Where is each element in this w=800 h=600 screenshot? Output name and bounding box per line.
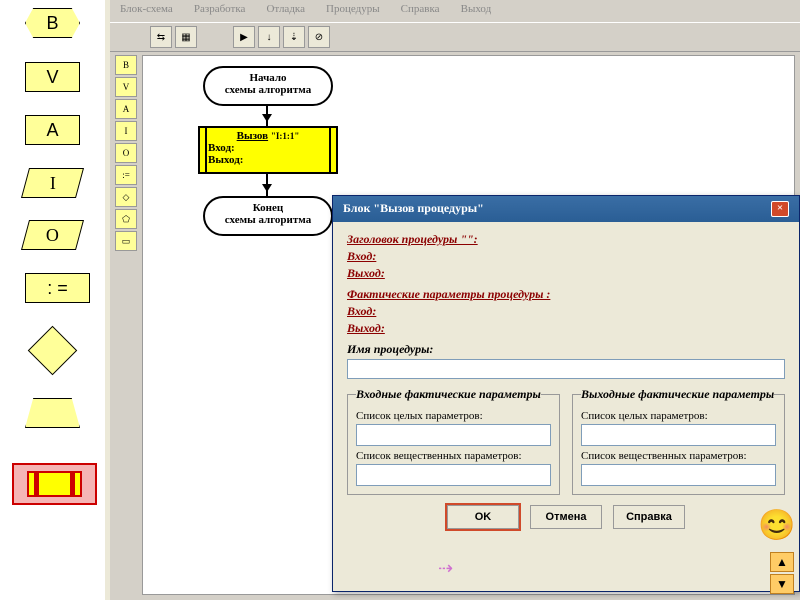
label: Выход:: [347, 321, 785, 336]
input-real-params[interactable]: [356, 464, 551, 486]
cancel-button[interactable]: Отмена: [530, 505, 602, 529]
nav-up-icon[interactable]: ▲: [770, 552, 794, 572]
label: Выход:: [347, 266, 785, 281]
shape-palette: B V A I O : =: [0, 0, 105, 600]
group-label: Входные фактические параметры: [356, 387, 541, 402]
tool-icon[interactable]: :=: [115, 165, 137, 185]
tool-icon[interactable]: O: [115, 143, 137, 163]
node-text: Конец: [209, 202, 327, 214]
ok-button[interactable]: OK: [447, 505, 519, 529]
toolbar-btn[interactable]: ▦: [175, 26, 197, 48]
nav-corner: ▲ ▼: [770, 552, 794, 594]
section-header: Заголовок процедуры "":: [347, 232, 785, 247]
palette-decision[interactable]: [28, 326, 77, 375]
input-params-group: Входные фактические параметры Список цел…: [347, 387, 560, 495]
help-button[interactable]: Справка: [613, 505, 685, 529]
menu-item[interactable]: Блок-схема: [120, 3, 173, 15]
node-text: Вход:: [208, 142, 328, 154]
flow-arrow: [266, 174, 268, 196]
label: Вход:: [347, 304, 785, 319]
step-icon[interactable]: ⇣: [283, 26, 305, 48]
palette-begin[interactable]: B: [25, 8, 80, 38]
node-text: Выход:: [208, 154, 328, 166]
label: Вход:: [347, 249, 785, 264]
side-toolbox: B V A I O := ◇ ⬠ ▭: [115, 55, 139, 251]
label: Список целых параметров:: [581, 410, 776, 422]
tool-icon[interactable]: B: [115, 55, 137, 75]
stop-icon[interactable]: ⊘: [308, 26, 330, 48]
close-icon[interactable]: ×: [771, 201, 789, 217]
node-text: Начало: [209, 72, 327, 84]
label: Список вещественных параметров:: [581, 450, 776, 462]
menubar: Блок-схема Разработка Отладка Процедуры …: [110, 0, 800, 22]
palette-input[interactable]: I: [21, 168, 84, 198]
palette-assign[interactable]: : =: [25, 273, 90, 303]
tool-icon[interactable]: I: [115, 121, 137, 141]
menu-item[interactable]: Отладка: [266, 3, 305, 15]
output-params-group: Выходные фактические параметры Список це…: [572, 387, 785, 495]
tool-icon[interactable]: ⬠: [115, 209, 137, 229]
output-int-params[interactable]: [581, 424, 776, 446]
node-text: схемы алгоритма: [209, 84, 327, 96]
menu-item[interactable]: Процедуры: [326, 3, 380, 15]
palette-array[interactable]: A: [25, 115, 80, 145]
mascot-icon: 😊: [758, 508, 796, 546]
call-procedure-dialog: Блок "Вызов процедуры" × Заголовок проце…: [332, 195, 800, 592]
group-label: Выходные фактические параметры: [581, 387, 774, 402]
node-text: схемы алгоритма: [209, 214, 327, 226]
section-header: Фактические параметры процедуры :: [347, 287, 785, 302]
toolbar: ⇆ ▦ ▶ ↓ ⇣ ⊘: [110, 22, 800, 52]
menu-item[interactable]: Справка: [401, 3, 440, 15]
label: Список вещественных параметров:: [356, 450, 551, 462]
tool-icon[interactable]: V: [115, 77, 137, 97]
arrow-icon: ⇢: [438, 558, 453, 579]
nav-down-icon[interactable]: ▼: [770, 574, 794, 594]
proc-name-label: Имя процедуры:: [347, 342, 785, 357]
dialog-titlebar[interactable]: Блок "Вызов процедуры" ×: [333, 196, 799, 222]
run-icon[interactable]: ▶: [233, 26, 255, 48]
menu-item[interactable]: Разработка: [194, 3, 246, 15]
proc-name-input[interactable]: [347, 359, 785, 379]
input-int-params[interactable]: [356, 424, 551, 446]
flow-start-node[interactable]: Начало схемы алгоритма: [203, 66, 333, 106]
palette-loop[interactable]: [25, 398, 80, 428]
palette-subroutine[interactable]: [12, 463, 97, 505]
flow-arrow: [266, 106, 268, 126]
palette-output[interactable]: O: [21, 220, 84, 250]
step-icon[interactable]: ↓: [258, 26, 280, 48]
dialog-title-text: Блок "Вызов процедуры": [343, 201, 484, 217]
flow-end-node[interactable]: Конец схемы алгоритма: [203, 196, 333, 236]
flow-call-node[interactable]: Вызов "I:1:1" Вход: Выход:: [198, 126, 338, 174]
output-real-params[interactable]: [581, 464, 776, 486]
tool-icon[interactable]: ◇: [115, 187, 137, 207]
tool-icon[interactable]: A: [115, 99, 137, 119]
tool-icon[interactable]: ▭: [115, 231, 137, 251]
toolbar-btn[interactable]: ⇆: [150, 26, 172, 48]
menu-item[interactable]: Выход: [461, 3, 492, 15]
label: Список целых параметров:: [356, 410, 551, 422]
palette-var[interactable]: V: [25, 62, 80, 92]
